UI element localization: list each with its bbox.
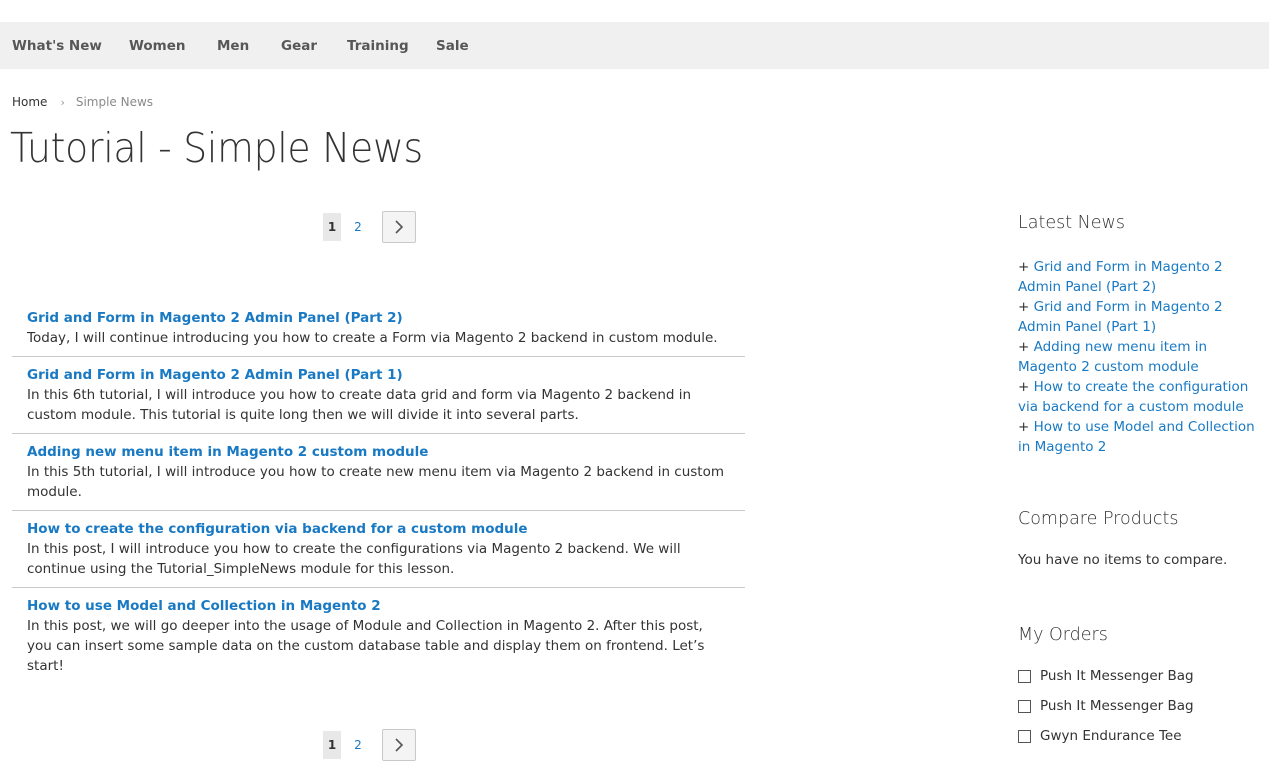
top-navigation: What's New Women Men Gear Training Sale	[0, 22, 1269, 69]
nav-item-men[interactable]: Men	[217, 38, 249, 54]
order-checkbox[interactable]	[1018, 670, 1031, 683]
chevron-right-icon	[395, 738, 404, 752]
latest-news-link[interactable]: Grid and Form in Magento 2 Admin Panel (…	[1018, 259, 1223, 295]
latest-news-prefix: +	[1018, 419, 1034, 435]
nav-item-training[interactable]: Training	[347, 38, 409, 54]
latest-news-link[interactable]: How to use Model and Collection in Magen…	[1018, 419, 1255, 455]
pager-next-button[interactable]	[382, 729, 416, 761]
nav-item-women[interactable]: Women	[129, 38, 186, 54]
latest-news-link[interactable]: Grid and Form in Magento 2 Admin Panel (…	[1018, 299, 1223, 335]
pager-page-2-link[interactable]: 2	[351, 731, 365, 759]
order-item: Gwyn Endurance Tee	[1018, 728, 1258, 758]
breadcrumb: Home › Simple News	[12, 95, 153, 109]
order-checkbox[interactable]	[1018, 730, 1031, 743]
latest-news-item: + How to create the configuration via ba…	[1018, 377, 1258, 417]
latest-news-title: Latest News	[1018, 213, 1125, 233]
breadcrumb-separator-icon: ›	[60, 96, 65, 109]
nav-item-sale[interactable]: Sale	[436, 38, 469, 54]
order-item-label: Gwyn Endurance Tee	[1040, 728, 1182, 744]
compare-products-title: Compare Products	[1018, 509, 1179, 529]
compare-empty-message: You have no items to compare.	[1018, 552, 1228, 568]
news-item: Grid and Form in Magento 2 Admin Panel (…	[12, 300, 745, 357]
news-item: How to use Model and Collection in Magen…	[12, 588, 745, 684]
latest-news-link[interactable]: Adding new menu item in Magento 2 custom…	[1018, 339, 1207, 375]
pager-current-page: 1	[323, 731, 341, 759]
page-title: Tutorial - Simple News	[10, 124, 423, 172]
pager-top: 1 2	[323, 211, 418, 243]
pager-page-2-link[interactable]: 2	[351, 213, 365, 241]
my-orders-title: My Orders	[1018, 625, 1108, 645]
news-item: How to create the configuration via back…	[12, 511, 745, 588]
pager-current-page: 1	[323, 213, 341, 241]
order-item: Push It Messenger Bag	[1018, 668, 1258, 698]
news-description: In this 5th tutorial, I will introduce y…	[27, 464, 725, 500]
latest-news-item: + Grid and Form in Magento 2 Admin Panel…	[1018, 297, 1258, 337]
news-description: In this 6th tutorial, I will introduce y…	[27, 387, 692, 423]
news-item: Adding new menu item in Magento 2 custom…	[12, 434, 745, 511]
news-list: Grid and Form in Magento 2 Admin Panel (…	[12, 300, 745, 684]
order-checkbox[interactable]	[1018, 700, 1031, 713]
pager-bottom: 1 2	[323, 729, 418, 761]
latest-news-item: + Grid and Form in Magento 2 Admin Panel…	[1018, 257, 1258, 297]
news-item: Grid and Form in Magento 2 Admin Panel (…	[12, 357, 745, 434]
news-description: Today, I will continue introducing you h…	[27, 330, 718, 346]
news-title-link[interactable]: How to create the configuration via back…	[27, 519, 730, 539]
breadcrumb-home-link[interactable]: Home	[12, 95, 47, 109]
latest-news-prefix: +	[1018, 299, 1034, 315]
order-item-label: Push It Messenger Bag	[1040, 668, 1194, 684]
latest-news-prefix: +	[1018, 379, 1034, 395]
news-title-link[interactable]: How to use Model and Collection in Magen…	[27, 596, 730, 616]
news-title-link[interactable]: Adding new menu item in Magento 2 custom…	[27, 442, 730, 462]
latest-news-item: + How to use Model and Collection in Mag…	[1018, 417, 1258, 457]
breadcrumb-current: Simple News	[75, 95, 154, 109]
latest-news-link[interactable]: How to create the configuration via back…	[1018, 379, 1248, 415]
news-description: In this post, I will introduce you how t…	[27, 541, 681, 577]
chevron-right-icon	[395, 220, 404, 234]
nav-item-whats-new[interactable]: What's New	[12, 38, 102, 54]
order-item: Push It Messenger Bag	[1018, 698, 1258, 728]
latest-news-list: + Grid and Form in Magento 2 Admin Panel…	[1018, 257, 1258, 457]
latest-news-prefix: +	[1018, 339, 1034, 355]
order-item-label: Push It Messenger Bag	[1040, 698, 1194, 714]
latest-news-item: + Adding new menu item in Magento 2 cust…	[1018, 337, 1258, 377]
pager-next-button[interactable]	[382, 211, 416, 243]
my-orders-list: Push It Messenger Bag Push It Messenger …	[1018, 668, 1258, 758]
nav-item-gear[interactable]: Gear	[281, 38, 317, 54]
latest-news-prefix: +	[1018, 259, 1034, 275]
news-title-link[interactable]: Grid and Form in Magento 2 Admin Panel (…	[27, 308, 730, 328]
news-description: In this post, we will go deeper into the…	[27, 618, 705, 674]
news-title-link[interactable]: Grid and Form in Magento 2 Admin Panel (…	[27, 365, 730, 385]
